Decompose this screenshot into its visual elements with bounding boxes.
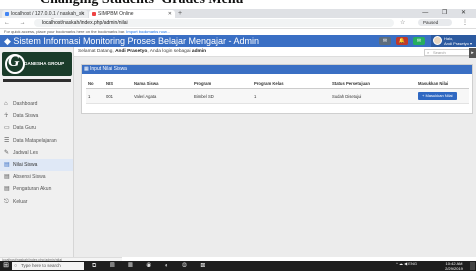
attendance-icon: ▤: [4, 174, 10, 181]
sidebar: G GANESHA GROUP ⌂ Dashboard ☥ Data Siswa ▭…: [0, 47, 74, 257]
col-kelas: Program Kelas: [252, 78, 330, 89]
welcome-bar: Selamat Datang, Andi Prasetyo, Anda logi…: [74, 47, 476, 57]
browser-tab-simpbm[interactable]: SIMPBM Online ✕: [89, 10, 175, 18]
sidebar-item-data-matapelajaran[interactable]: ☰ Data Matapelajaran: [0, 135, 73, 147]
cell-status: Sudah Disetujui: [330, 88, 416, 104]
sidebar-item-nilai-siswa[interactable]: ▤ Nilai Siswa: [0, 158, 73, 172]
side-collapse-tab[interactable]: ▸: [469, 48, 476, 58]
import-bookmarks-link[interactable]: Import bookmarks now...: [126, 29, 170, 34]
col-no: No: [86, 78, 104, 89]
url-host: localhost: [42, 20, 62, 26]
col-program: Program: [192, 78, 252, 89]
sidebar-item-jadwal-les[interactable]: ✎ Jadwal Les: [0, 147, 73, 159]
table-row: 1 001 Valeri Agata Bimbel SD 1 Sudah Dis…: [86, 88, 469, 104]
bookmark-star-icon[interactable]: ☆: [400, 19, 405, 27]
new-tab-button[interactable]: +: [178, 9, 182, 18]
favicon-icon: [92, 12, 96, 16]
system-tray[interactable]: ^ ☁ ◀ ENG: [396, 262, 417, 266]
tab-label: SIMPBM Online: [98, 11, 134, 17]
search-input[interactable]: ⌕ Search: [424, 48, 472, 56]
search-placeholder: Search: [433, 49, 446, 55]
masukkan-nilai-button[interactable]: + Masukkan Nilai: [418, 92, 457, 100]
welcome-name: Andi Prasetyo: [115, 49, 148, 54]
url-input[interactable]: localhost/naskah/index.php/admin/nilai: [34, 19, 394, 27]
col-status: Status Persetujuan: [330, 78, 416, 89]
sidebar-item-dashboard[interactable]: ⌂ Dashboard: [0, 98, 73, 110]
settings-icon: ▤: [4, 186, 10, 193]
profile-paused-button[interactable]: Paused: [418, 19, 452, 26]
sidebar-item-pengaturan-akun[interactable]: ▤ Pengaturan Akun: [0, 183, 73, 195]
browser-tab-phpmyadmin[interactable]: localhost / 127.0.0.1 / naskah_sk ✕: [2, 10, 88, 18]
logout-icon: ⎋: [4, 198, 9, 205]
close-tab-icon[interactable]: ✕: [168, 10, 172, 18]
sidebar-nav: ⌂ Dashboard ☥ Data Siswa ▭ Data Guru ☰ Data …: [0, 98, 73, 208]
app-title: ◆ Sistem Informasi Monitoring Proses Bel…: [4, 36, 260, 46]
dashboard-icon: ⌂: [4, 101, 8, 107]
schedule-icon: ✎: [4, 149, 10, 156]
cell-nis: 001: [104, 88, 132, 104]
welcome-role: admin: [191, 49, 207, 54]
cell-action: + Masukkan Nilai: [416, 88, 469, 104]
cell-no: 1: [86, 88, 104, 104]
grades-table: No NIS Nama Siswa Program Program Kelas …: [86, 78, 469, 104]
sidebar-item-data-guru[interactable]: ▭ Data Guru: [0, 122, 73, 134]
teacher-icon: ▭: [4, 125, 10, 132]
cell-kelas: 1: [252, 88, 330, 104]
taskbar-app-icons[interactable]: ⧉ ▤ ▦ ◉ ◐ ◍ ▩: [92, 262, 211, 270]
col-action: Masukkan Nilai: [416, 78, 469, 89]
user-name: Halo, Andi Prasetyo ▾: [444, 36, 473, 46]
document-caption: Changing Students' Grades Menu: [0, 0, 476, 9]
table-icon: ▦: [84, 66, 89, 72]
browser-menu-icon[interactable]: ⋮: [462, 19, 468, 27]
bookmarks-hint: For quick access, place your bookmarks h…: [4, 29, 126, 34]
table-header-row: No NIS Nama Siswa Program Program Kelas …: [86, 78, 469, 89]
windows-taskbar: ⊞ ○ Type here to search ⧉ ▤ ▦ ◉ ◐ ◍ ▩ ^ …: [0, 261, 476, 271]
taskbar-clock[interactable]: 10:42 AM 2/29/2019: [440, 261, 468, 271]
subject-icon: ☰: [4, 137, 10, 144]
panel-header: ▦ Input Nilai Siswa: [82, 65, 472, 74]
address-bar-row: ← → C ⓘ localhost/naskah/index.php/admin…: [0, 18, 476, 29]
sidebar-item-absensi-siswa[interactable]: ▤ Absensi Siswa: [0, 171, 73, 183]
col-nama: Nama Siswa: [132, 78, 192, 89]
sidebar-item-data-siswa[interactable]: ☥ Data Siswa: [0, 110, 73, 122]
logo-text: GANESHA GROUP: [24, 61, 65, 66]
url-path: /naskah/index.php/admin/nilai: [61, 20, 128, 26]
logo: G GANESHA GROUP: [2, 52, 72, 76]
search-icon: ⌕: [427, 49, 430, 55]
window-controls[interactable]: — ❐ ✕: [422, 9, 472, 18]
caption-text: Changing Students' Grades Menu: [40, 0, 243, 8]
search-icon: ○: [14, 263, 18, 269]
col-nis: NIS: [104, 78, 132, 89]
browser-tab-bar: localhost / 127.0.0.1 / naskah_sk ✕ SIMP…: [0, 9, 476, 18]
panel-title: Input Nilai Siswa: [90, 66, 127, 72]
logo-g: G: [8, 53, 20, 70]
notification-bell-icon[interactable]: 🔔: [396, 37, 408, 45]
input-nilai-panel: ▦ Input Nilai Siswa No NIS Nama Siswa Pr…: [81, 64, 473, 114]
mail-icon[interactable]: ✉: [379, 37, 391, 45]
favicon-icon: [5, 12, 9, 16]
windows-start-icon[interactable]: ⊞: [2, 262, 10, 270]
main-content: Selamat Datang, Andi Prasetyo, Anda logi…: [74, 47, 476, 257]
tab-label: localhost / 127.0.0.1 / naskah_sk: [11, 11, 84, 17]
messages-icon[interactable]: ✉: [413, 37, 425, 45]
student-icon: ☥: [4, 113, 9, 120]
notification-center-icon[interactable]: [470, 262, 475, 270]
close-tab-icon[interactable]: ✕: [81, 10, 85, 18]
cell-nama: Valeri Agata: [132, 88, 192, 104]
user-menu[interactable]: Halo, Andi Prasetyo ▾: [431, 35, 476, 47]
taskbar-search-placeholder: Type here to search: [21, 263, 61, 268]
cell-program: Bimbel SD: [192, 88, 252, 104]
grades-icon: ▤: [4, 161, 10, 168]
sidebar-item-keluar[interactable]: ⎋ Keluar: [0, 196, 73, 208]
taskbar-search-input[interactable]: ○ Type here to search: [12, 262, 84, 270]
logo-divider: [3, 79, 71, 82]
avatar: [433, 36, 442, 45]
app-header: ◆ Sistem Informasi Monitoring Proses Bel…: [0, 35, 476, 47]
